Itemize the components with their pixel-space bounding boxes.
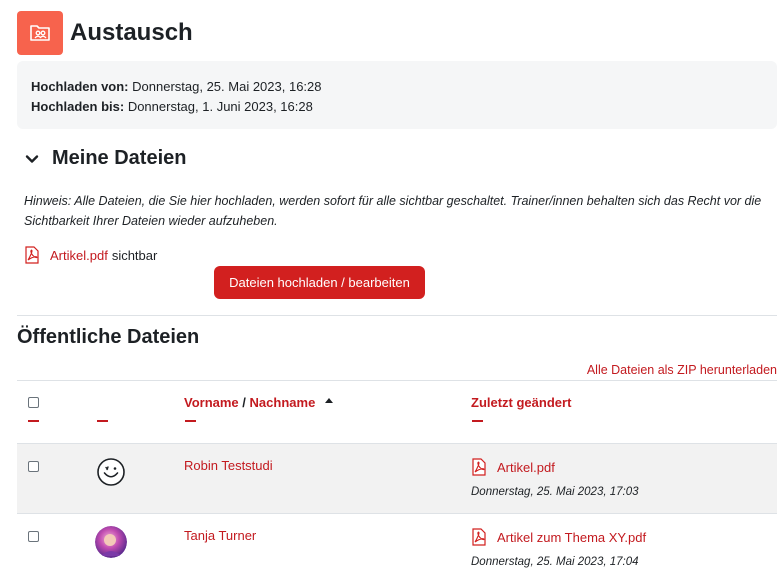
file-link[interactable]: Artikel zum Thema XY.pdf xyxy=(471,528,646,546)
my-file-entry: Artikel.pdf sichtbar xyxy=(24,246,157,264)
pdf-file-icon xyxy=(25,246,39,264)
name-separator: / xyxy=(242,395,246,410)
file-name[interactable]: Artikel.pdf xyxy=(497,460,555,475)
name-column-header: Vorname / Nachname xyxy=(184,395,333,410)
pdf-file-icon xyxy=(472,528,486,546)
smiley-avatar-icon[interactable] xyxy=(95,456,127,488)
file-link[interactable]: Artikel.pdf xyxy=(471,458,555,476)
collapse-column-checkbox[interactable] xyxy=(28,420,39,422)
user-photo-avatar[interactable] xyxy=(95,526,127,558)
upload-from-label: Hochladen von: xyxy=(31,79,129,94)
my-file-link[interactable]: Artikel.pdf xyxy=(50,248,108,263)
file-visibility-status: sichtbar xyxy=(111,247,158,263)
upload-to-label: Hochladen bis: xyxy=(31,99,125,114)
collapse-column-picture[interactable] xyxy=(97,420,108,422)
sort-ascending-icon xyxy=(324,398,333,403)
upload-edit-files-button[interactable]: Dateien hochladen / bearbeiten xyxy=(214,266,425,299)
page-title: Austausch xyxy=(70,19,193,46)
collapse-column-modified[interactable] xyxy=(472,420,483,422)
section-divider xyxy=(17,315,777,316)
sort-by-last-name[interactable]: Nachname xyxy=(250,395,316,410)
modified-date: Donnerstag, 25. Mai 2023, 17:04 xyxy=(471,556,639,568)
student-name-link[interactable]: Tanja Turner xyxy=(184,528,256,543)
table-header: Vorname / Nachname Zuletzt geändert xyxy=(17,381,777,443)
select-all-checkbox[interactable] xyxy=(28,395,39,413)
upload-to-line: Hochladen bis: Donnerstag, 1. Juni 2023,… xyxy=(31,97,763,117)
pdf-file-icon xyxy=(472,458,486,476)
chevron-down-icon[interactable] xyxy=(24,151,40,167)
row-select-checkbox[interactable] xyxy=(28,459,39,477)
collapse-column-name[interactable] xyxy=(185,420,196,422)
download-all-zip-link[interactable]: Alle Dateien als ZIP herunterladen xyxy=(587,363,777,377)
public-files-title: Öffentliche Dateien xyxy=(17,326,200,348)
sort-by-first-name[interactable]: Vorname xyxy=(184,395,239,410)
upload-dates-box: Hochladen von: Donnerstag, 25. Mai 2023,… xyxy=(17,61,777,129)
modified-date: Donnerstag, 25. Mai 2023, 17:03 xyxy=(471,486,639,498)
sort-by-modified[interactable]: Zuletzt geändert xyxy=(471,395,571,410)
table-row: Tanja Turner Artikel zum Thema XY.pdf Do… xyxy=(17,513,777,579)
upload-from-value: Donnerstag, 25. Mai 2023, 16:28 xyxy=(132,79,322,94)
table-row: Robin Teststudi Artikel.pdf Donnerstag, … xyxy=(17,443,777,513)
upload-from-line: Hochladen von: Donnerstag, 25. Mai 2023,… xyxy=(31,77,763,97)
folder-users-icon xyxy=(17,11,63,55)
file-name[interactable]: Artikel zum Thema XY.pdf xyxy=(497,530,646,545)
upload-to-value: Donnerstag, 1. Juni 2023, 16:28 xyxy=(127,99,313,114)
row-select-checkbox[interactable] xyxy=(28,529,39,547)
my-files-section-toggle[interactable]: Meine Dateien xyxy=(24,147,186,170)
page-header: Austausch xyxy=(17,11,193,55)
upload-hint: Hinweis: Alle Dateien, die Sie hier hoch… xyxy=(24,194,762,228)
my-files-title: Meine Dateien xyxy=(52,147,187,169)
student-name-link[interactable]: Robin Teststudi xyxy=(184,458,273,473)
